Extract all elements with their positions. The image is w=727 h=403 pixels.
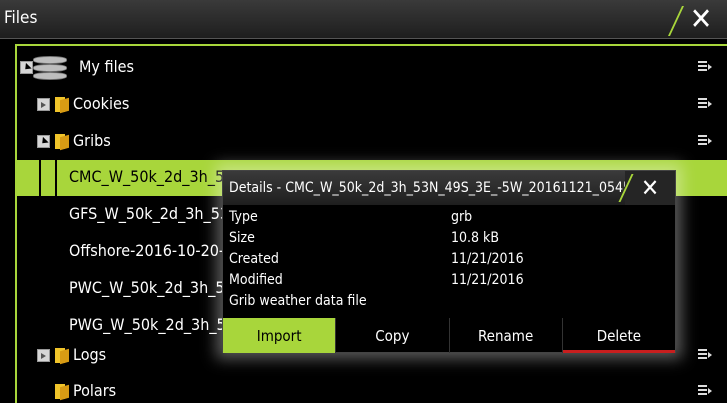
context-menu-icon[interactable]: [698, 135, 713, 147]
expand-icon[interactable]: [37, 349, 50, 362]
property-key: Grib weather data file: [229, 293, 367, 309]
property-created: Created 11/21/2016: [229, 251, 669, 272]
details-dialog: Details - CMC_W_50k_2d_3h_53N_49S_3E_-5W…: [222, 170, 676, 353]
tree-item-gribs[interactable]: Gribs: [17, 124, 727, 160]
tree-item-my-files[interactable]: My files: [17, 50, 727, 86]
tree-item-label: Cookies: [73, 94, 130, 113]
tree-item-cookies[interactable]: Cookies: [17, 87, 727, 123]
title-bar: Files ✕: [0, 0, 727, 39]
context-menu-icon[interactable]: [698, 98, 713, 110]
property-value: 11/21/2016: [451, 251, 524, 267]
tree-item-label: PWG_W_50k_2d_3h_53N: [69, 315, 246, 334]
tree-item-label: My files: [79, 57, 134, 76]
property-type: Type grb: [229, 209, 669, 230]
context-menu-icon[interactable]: [698, 385, 713, 397]
tree-item-label: CMC_W_50k_2d_3h_53N: [69, 167, 245, 186]
property-key: Modified: [229, 272, 283, 288]
property-modified: Modified 11/21/2016: [229, 272, 669, 293]
folder-icon: [55, 134, 69, 151]
tree-item-polars[interactable]: Polars: [17, 374, 727, 403]
file-properties: Type grb Size 10.8 kB Created 11/21/2016…: [229, 209, 669, 314]
property-key: Type: [229, 209, 258, 225]
close-button[interactable]: ✕: [675, 0, 727, 39]
property-description: Grib weather data file: [229, 293, 669, 314]
folder-icon: [55, 348, 69, 365]
copy-button[interactable]: Copy: [335, 318, 448, 353]
rename-button[interactable]: Rename: [448, 318, 562, 353]
property-key: Created: [229, 251, 279, 267]
tree-item-label: PWC_W_50k_2d_3h_53N: [69, 278, 245, 297]
property-value: 11/21/2016: [451, 272, 524, 288]
property-value: 10.8 kB: [451, 230, 499, 246]
dialog-close-button[interactable]: ✕: [625, 171, 675, 205]
dialog-actions: Import Copy Rename Delete: [223, 318, 676, 353]
folder-icon: [55, 384, 69, 401]
property-value: grb: [451, 209, 473, 225]
delete-button[interactable]: Delete: [561, 318, 676, 353]
context-menu-icon[interactable]: [698, 61, 713, 73]
tree-item-label: Polars: [73, 381, 117, 400]
collapse-icon[interactable]: [20, 61, 33, 74]
property-size: Size 10.8 kB: [229, 230, 669, 251]
tree-item-label: Offshore-2016-10-20-0: [69, 241, 234, 260]
close-icon: ✕: [689, 1, 713, 37]
expand-icon[interactable]: [37, 98, 50, 111]
window-title: Files: [4, 8, 38, 28]
dialog-title-bar: Details - CMC_W_50k_2d_3h_53N_49S_3E_-5W…: [223, 171, 675, 205]
import-button[interactable]: Import: [223, 318, 336, 353]
property-key: Size: [229, 230, 255, 246]
dialog-title: Details - CMC_W_50k_2d_3h_53N_49S_3E_-5W…: [229, 180, 657, 196]
collapse-icon[interactable]: [37, 135, 50, 148]
tree-item-label: Gribs: [73, 131, 111, 150]
drive-icon: [33, 56, 67, 82]
tree-item-label: Logs: [73, 345, 107, 364]
context-menu-icon[interactable]: [698, 349, 713, 361]
tree-item-label: GFS_W_50k_2d_3h_53N: [69, 204, 240, 223]
folder-icon: [55, 97, 69, 114]
close-icon: ✕: [640, 174, 660, 202]
